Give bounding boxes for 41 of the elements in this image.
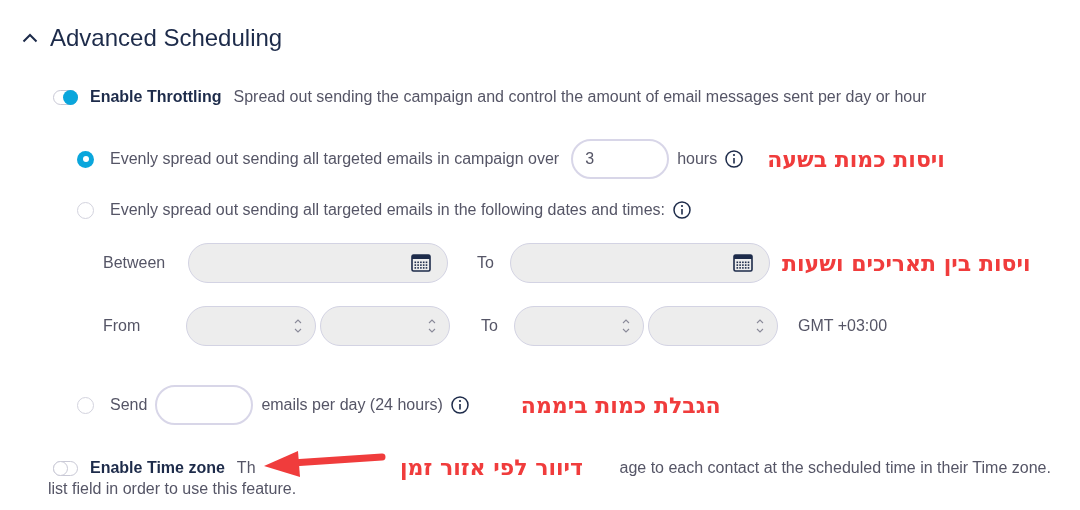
date-field[interactable] xyxy=(188,243,448,283)
annotation-text: הגבלת כמות ביממה xyxy=(520,391,721,420)
toggle-description: Th xyxy=(236,458,256,478)
unit-label: hours xyxy=(677,149,718,169)
calendar-icon xyxy=(411,254,431,272)
option-label: emails per day (24 hours) xyxy=(261,395,443,415)
option-label: Evenly spread out sending all targeted emails in the following dates and times: xyxy=(110,200,665,220)
date-field[interactable] xyxy=(510,243,770,283)
info-icon xyxy=(673,201,691,219)
send-label: Send xyxy=(110,395,148,415)
section-title: Advanced Scheduling xyxy=(50,23,283,53)
emails-per-day-field[interactable] xyxy=(155,385,254,425)
time-select[interactable] xyxy=(514,306,644,346)
option-label: Evenly spread out sending all targeted emails in campaign over xyxy=(110,149,560,169)
radio-button[interactable] xyxy=(77,150,94,168)
info-icon xyxy=(725,150,744,168)
between-label: Between xyxy=(103,253,167,273)
hours-field[interactable]: 3 xyxy=(571,139,670,179)
timezone-label: GMT +03:00 xyxy=(798,316,888,336)
annotation-text: דיוור לפי אזור זמן xyxy=(400,454,583,482)
annotation-text: ויסות בין תאריכים ושעות xyxy=(782,249,1031,278)
calendar-icon xyxy=(733,254,753,272)
chevron-icon[interactable] xyxy=(22,33,38,43)
toggle-description: list field in order to use this feature. xyxy=(48,480,297,498)
from-label: From xyxy=(103,316,142,336)
info-icon xyxy=(450,396,469,414)
toggle-label: Enable Time zone xyxy=(90,458,225,478)
radio-button[interactable] xyxy=(77,396,94,414)
time-select[interactable] xyxy=(648,306,778,346)
to-label: To xyxy=(476,253,495,273)
toggle-description: age to each contact at the scheduled time in their Time zone. xyxy=(619,458,1051,478)
time-select[interactable] xyxy=(320,306,450,346)
toggle-label: Enable Throttling xyxy=(90,87,222,107)
annotation-text: ויסות כמות בשעה xyxy=(767,145,945,174)
toggle-switch[interactable] xyxy=(53,460,78,476)
toggle-description: Spread out sending the campaign and control the amount of email messages sent per day or hour xyxy=(233,87,927,107)
to-label: To xyxy=(480,316,499,336)
time-select[interactable] xyxy=(186,306,316,346)
arrow-icon xyxy=(262,449,386,479)
toggle-switch[interactable] xyxy=(53,89,78,105)
radio-button[interactable] xyxy=(77,201,94,219)
